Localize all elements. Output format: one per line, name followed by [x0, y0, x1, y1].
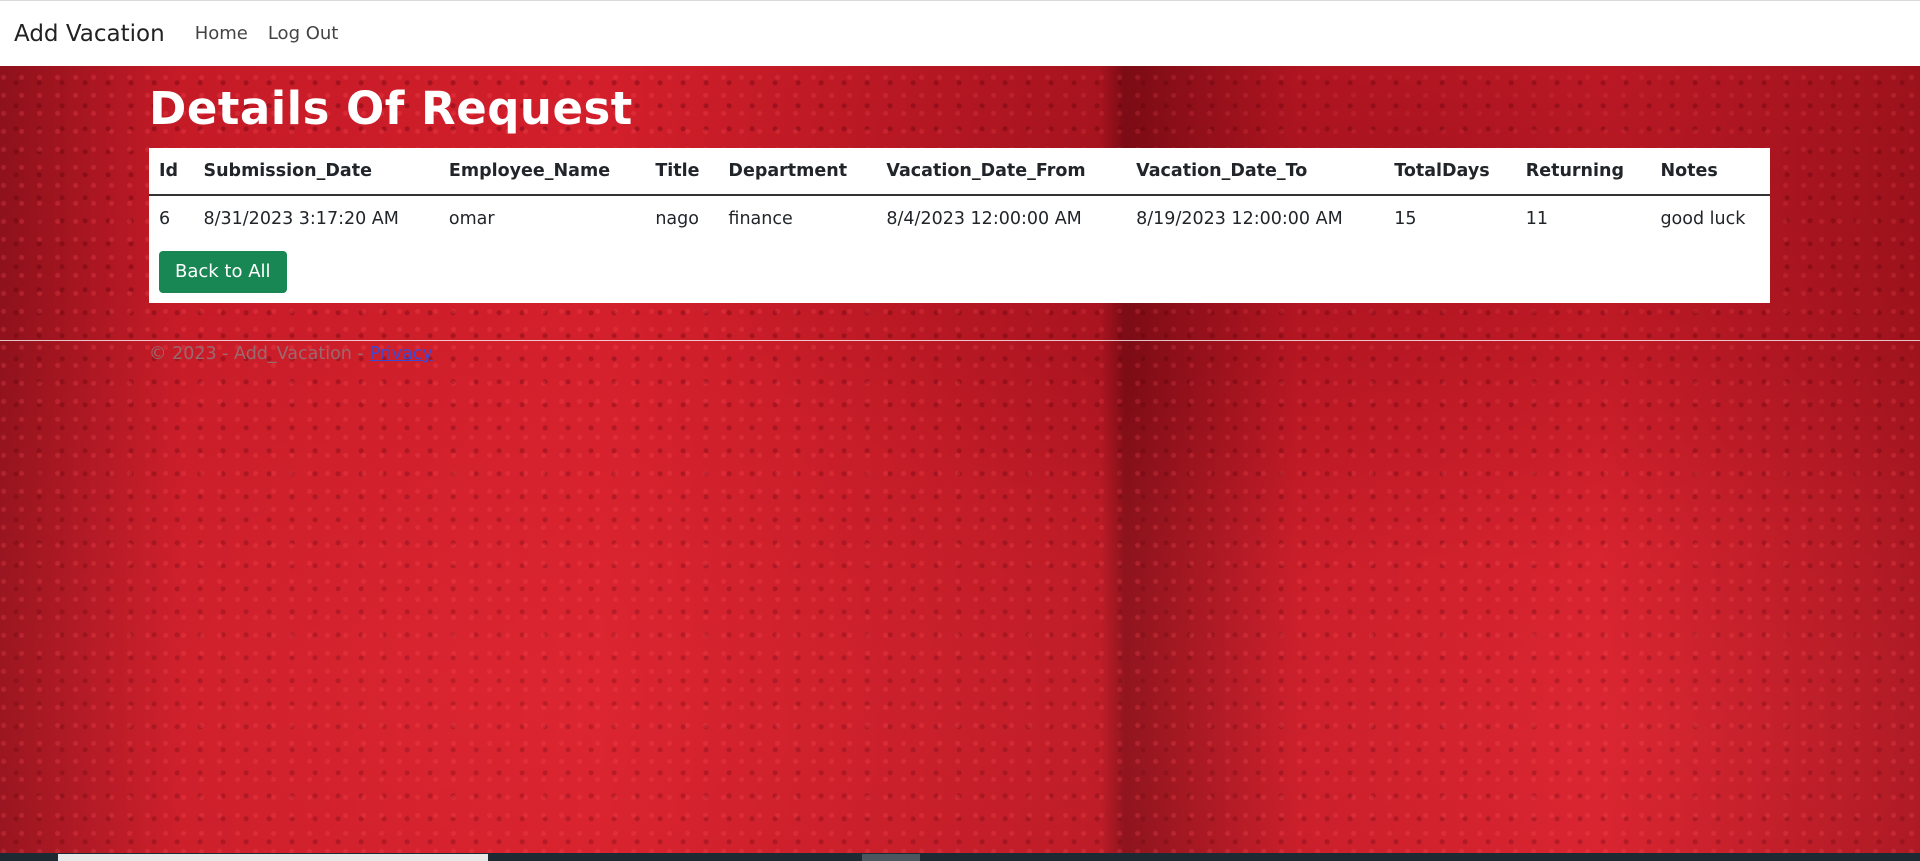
footer: © 2023 - Add_Vacation - Privacy	[149, 344, 433, 364]
cell-title: nago	[655, 209, 699, 229]
header-total-days: TotalDays	[1384, 148, 1516, 196]
footer-divider	[0, 340, 1920, 341]
brand-link[interactable]: Add Vacation	[14, 21, 165, 47]
footer-copyright: © 2023 - Add_Vacation -	[149, 344, 370, 364]
header-employee-name: Employee_Name	[438, 148, 646, 196]
header-department: Department	[718, 148, 877, 196]
cell-department: finance	[728, 209, 793, 229]
taskbar	[0, 853, 1920, 861]
cell-notes: good luck	[1660, 209, 1746, 229]
cell-vacation-date-from: 8/4/2023 12:00:00 AM	[886, 209, 1082, 229]
top-navbar: Add Vacation Home Log Out	[0, 0, 1920, 66]
header-id: Id	[149, 148, 194, 196]
nav-home-link[interactable]: Home	[195, 23, 248, 44]
request-details-table: Id Submission_Date Employee_Name Title D…	[149, 148, 1770, 242]
header-notes: Notes	[1650, 148, 1770, 196]
nav-logout-link[interactable]: Log Out	[268, 23, 339, 44]
header-submission-date: Submission_Date	[193, 148, 439, 196]
cell-vacation-date-to: 8/19/2023 12:00:00 AM	[1136, 209, 1343, 229]
header-vacation-date-to: Vacation_Date_To	[1126, 148, 1385, 196]
taskbar-window-button[interactable]	[58, 854, 488, 861]
cell-submission-date: 8/31/2023 3:17:20 AM	[203, 209, 399, 229]
table-row: 6 8/31/2023 3:17:20 AM omar nago finance…	[149, 195, 1770, 242]
cell-returning: 11	[1525, 209, 1549, 229]
privacy-link[interactable]: Privacy	[369, 344, 432, 364]
header-vacation-date-from: Vacation_Date_From	[876, 148, 1127, 196]
header-title: Title	[645, 148, 719, 196]
cell-id: 6	[159, 209, 171, 229]
cell-employee-name: omar	[448, 209, 495, 229]
request-details-card: Id Submission_Date Employee_Name Title D…	[149, 148, 1770, 303]
back-to-all-button[interactable]: Back to All	[159, 251, 287, 293]
page-title: Details Of Request	[149, 82, 633, 135]
header-returning: Returning	[1515, 148, 1651, 196]
taskbar-app-button[interactable]	[862, 854, 920, 861]
cell-total-days: 15	[1394, 209, 1417, 229]
table-header-row: Id Submission_Date Employee_Name Title D…	[149, 148, 1770, 196]
